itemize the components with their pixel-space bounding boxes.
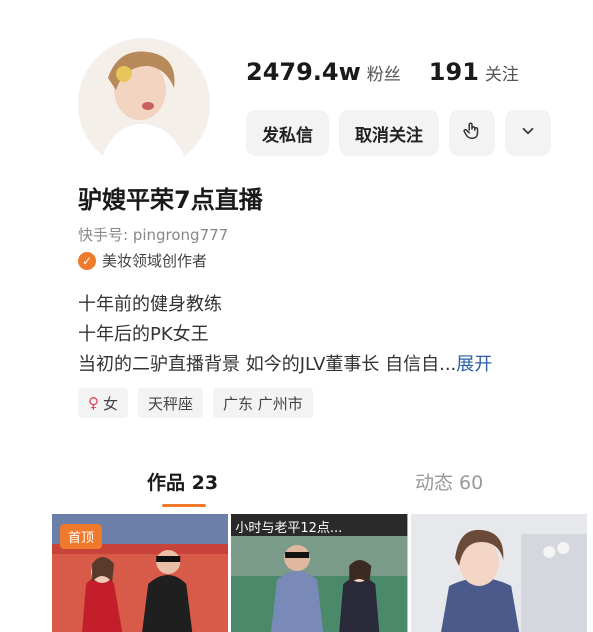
verified-icon: ✓ — [78, 251, 96, 270]
following-label[interactable]: 关注 — [485, 60, 519, 85]
tag-gender: ♀ 女 — [78, 388, 129, 418]
tab-works[interactable]: 作品 23 — [147, 468, 218, 495]
fans-count[interactable]: 2479.4w — [246, 58, 361, 86]
video-thumb[interactable] — [410, 514, 587, 632]
bio-line: 十年后的PK女王 — [78, 324, 209, 345]
tag-constellation: 天秤座 — [138, 388, 204, 418]
certification: ✓ 美妆领域创作者 — [78, 250, 207, 271]
stats-row: 2479.4w 粉丝 191 关注 — [246, 58, 519, 86]
female-icon: ♀ — [88, 394, 99, 412]
tab-moments[interactable]: 动态 60 — [415, 468, 483, 495]
tag-gender-label: 女 — [103, 394, 119, 413]
tags-row: ♀ 女 天秤座 广东 广州市 — [78, 388, 313, 418]
profile-name: 驴嫂平荣7点直播 — [78, 186, 263, 214]
profile-actions: 发私信 取消关注 — [246, 110, 551, 156]
bio: 十年前的健身教练 十年后的PK女王 当初的二驴直播背景 如今的JLV董事长 自信… — [78, 290, 492, 380]
avatar[interactable] — [78, 38, 210, 170]
unfollow-button[interactable]: 取消关注 — [339, 110, 439, 156]
hand-button[interactable] — [449, 110, 495, 156]
following-count[interactable]: 191 — [429, 58, 479, 86]
message-button[interactable]: 发私信 — [246, 110, 329, 156]
banner-text: 小时与老平12点... — [235, 521, 343, 536]
bio-line: 当初的二驴直播背景 如今的JLV董事长 自信自... — [78, 354, 457, 375]
content-tabs: 作品 23 动态 60 — [52, 462, 587, 512]
fans-label[interactable]: 粉丝 — [367, 60, 401, 85]
video-thumb[interactable]: 首顶 — [52, 514, 229, 632]
kuaishou-id: 快手号: pingrong777 — [78, 226, 229, 244]
video-thumb[interactable]: 小时与老平12点... — [231, 514, 408, 632]
pinned-badge: 首顶 — [60, 524, 103, 549]
certification-label: 美妆领域创作者 — [102, 252, 208, 270]
expand-link[interactable]: 展开 — [456, 354, 492, 375]
video-grid: 首顶 小时与老平12点... — [52, 514, 587, 632]
bio-line: 十年前的健身教练 — [78, 294, 222, 315]
more-button[interactable] — [505, 110, 551, 156]
chevron-down-icon — [519, 122, 537, 145]
tab-underline — [162, 504, 206, 507]
tag-location: 广东 广州市 — [213, 388, 313, 418]
hand-icon — [461, 120, 483, 147]
